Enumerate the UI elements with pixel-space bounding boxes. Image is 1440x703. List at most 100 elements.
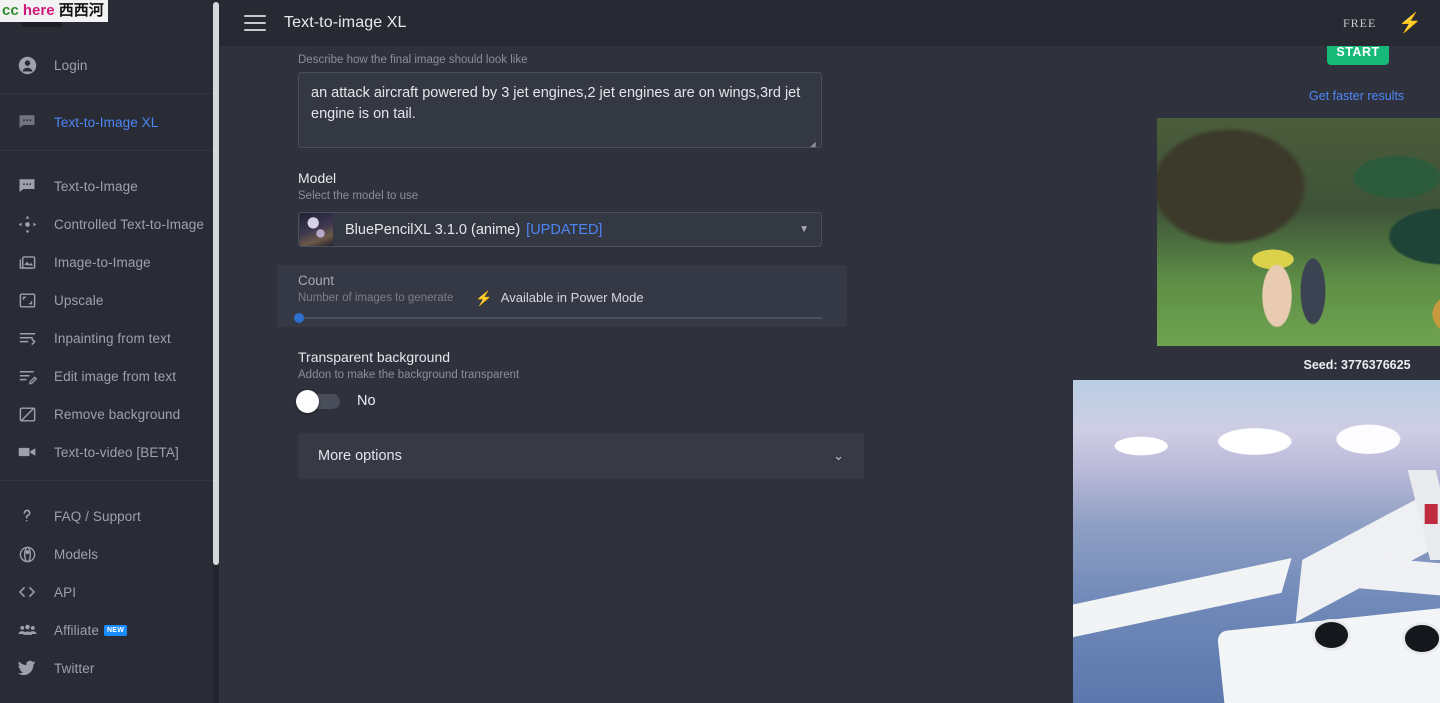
more-options-accordion[interactable]: More options ⌄	[298, 433, 864, 479]
upscale-corners-icon	[16, 289, 38, 311]
logo-mark	[22, 22, 62, 27]
count-slider-thumb[interactable]	[294, 313, 304, 323]
app-root: Login Text-to-Image XL Text-to-Image Con…	[0, 0, 1440, 703]
main-content: Describe how the final image should look…	[219, 38, 1440, 703]
count-section: Count Number of images to generate ⚡ Ava…	[277, 265, 847, 327]
status-badge-new: NEW	[103, 624, 128, 636]
count-info-row: Number of images to generate ⚡ Available…	[298, 290, 847, 305]
sidebar-item-api[interactable]: API	[0, 573, 213, 611]
sidebar-item-edit-image-from-text[interactable]: Edit image from text	[0, 357, 213, 395]
sidebar-item-text-to-image-xl[interactable]: Text-to-Image XL	[0, 103, 213, 141]
results-panel: START Get faster results Seed: 377637662…	[854, 38, 1440, 703]
transparent-background-section: Transparent background Addon to make the…	[296, 349, 822, 413]
sidebar-item-label: Affiliate	[54, 622, 99, 638]
sidebar-item-label: Upscale	[54, 292, 104, 308]
power-mode-note: Available in Power Mode	[500, 290, 644, 305]
sidebar-item-label: Login	[54, 57, 88, 73]
lightning-bolt-icon: ⚡	[475, 289, 493, 306]
sidebar-item-login[interactable]: Login	[0, 46, 213, 84]
model-sublabel: Select the model to use	[298, 190, 419, 202]
transparent-sublabel: Addon to make the background transparent	[298, 369, 520, 381]
chat-bubble-icon	[16, 111, 38, 133]
transparent-toggle-row: No	[296, 389, 822, 413]
count-label: Count	[298, 273, 335, 288]
sidebar-divider	[0, 480, 213, 481]
sidebar-item-label: Models	[54, 546, 99, 562]
sidebar-item-label: Inpainting from text	[54, 330, 171, 346]
sidebar-divider	[0, 93, 213, 94]
sidebar-item-label: Text-to-Image	[54, 178, 138, 194]
edit-pencil-lines-icon	[16, 365, 38, 387]
plan-badge: FREE	[1342, 15, 1377, 30]
sidebar-item-label: Remove background	[54, 406, 181, 422]
result-image-2[interactable]	[1073, 380, 1440, 703]
resize-handle-icon[interactable]: ◢	[808, 135, 818, 147]
code-brackets-icon	[16, 581, 38, 603]
sidebar-item-remove-background[interactable]: Remove background	[0, 395, 213, 433]
page-title: Text-to-image XL	[284, 14, 407, 31]
count-slider[interactable]	[294, 313, 822, 323]
sidebar-item-text-to-image[interactable]: Text-to-Image	[0, 167, 213, 205]
transparent-label: Transparent background	[298, 349, 451, 365]
sidebar-item-label: Image-to-Image	[54, 254, 151, 270]
watermark-part-1: cc	[2, 2, 19, 19]
sidebar-item-image-to-image[interactable]: Image-to-Image	[0, 243, 213, 281]
prompt-label: Describe how the final image should look…	[298, 54, 528, 66]
sidebar: Login Text-to-Image XL Text-to-Image Con…	[0, 0, 213, 703]
remove-background-icon	[16, 403, 38, 425]
sidebar-divider	[0, 150, 213, 151]
sidebar-item-models[interactable]: Models	[0, 535, 213, 573]
sidebar-item-label: Text-to-Image XL	[54, 114, 159, 130]
model-select-dropdown[interactable]: BluePencilXL 3.1.0 (anime) [UPDATED] ▼	[298, 212, 822, 247]
account-circle-icon	[16, 54, 38, 76]
chevron-down-icon[interactable]: ▼	[799, 224, 809, 235]
sidebar-item-affiliate[interactable]: Affiliate NEW	[0, 611, 213, 649]
sidebar-item-label: Edit image from text	[54, 368, 177, 384]
transparent-toggle-value: No	[357, 393, 376, 409]
watermark-part-2: here	[22, 2, 55, 19]
lightning-bolt-icon[interactable]: ⚡	[1398, 14, 1422, 33]
model-label: Model	[298, 170, 337, 186]
sidebar-item-label: FAQ / Support	[54, 508, 141, 524]
chat-bubble-icon	[16, 175, 38, 197]
header-right-group: FREE ⚡	[1343, 14, 1440, 33]
jet-engine-nacelle-right	[1402, 622, 1440, 655]
model-selected-value: BluePencilXL 3.1.0 (anime)	[345, 221, 521, 238]
page-watermark: cc here 西西河	[0, 0, 108, 22]
app-header: Text-to-image XL FREE ⚡	[219, 0, 1440, 46]
inpainting-lines-icon	[16, 327, 38, 349]
seed-label: Seed: 3776376625	[1303, 358, 1411, 372]
get-faster-results-link[interactable]: Get faster results	[1309, 89, 1404, 103]
model-thumbnail	[300, 213, 333, 246]
watermark-part-3: 西西河	[58, 1, 104, 19]
people-group-icon	[16, 619, 38, 641]
sidebar-item-controlled-text-to-image[interactable]: Controlled Text-to-Image	[0, 205, 213, 243]
sidebar-item-label: Twitter	[54, 660, 95, 676]
model-updated-tag: [UPDATED]	[526, 221, 603, 238]
sidebar-item-label: Controlled Text-to-Image	[54, 216, 204, 232]
image-stack-icon	[16, 251, 38, 273]
video-camera-icon	[16, 441, 38, 463]
chevron-down-icon[interactable]: ⌄	[833, 448, 844, 464]
question-mark-icon	[16, 505, 38, 527]
sidebar-item-twitter[interactable]: Twitter	[0, 649, 213, 687]
hamburger-icon[interactable]	[244, 15, 266, 31]
twitter-bird-icon	[16, 657, 38, 679]
sidebar-item-label: Text-to-video [BETA]	[54, 444, 179, 460]
control-nodes-icon	[16, 213, 38, 235]
sidebar-item-inpainting-from-text[interactable]: Inpainting from text	[0, 319, 213, 357]
prompt-input[interactable]: an attack aircraft powered by 3 jet engi…	[298, 72, 822, 148]
toggle-knob[interactable]	[296, 389, 319, 413]
prompt-text: an attack aircraft powered by 3 jet engi…	[311, 85, 801, 122]
sidebar-item-label: API	[54, 584, 77, 600]
cloud-layer	[1073, 418, 1440, 464]
jet-wing-right	[1338, 554, 1440, 613]
transparent-toggle[interactable]	[296, 389, 340, 413]
sidebar-item-faq-support[interactable]: FAQ / Support	[0, 497, 213, 535]
more-options-label: More options	[318, 448, 402, 464]
count-sublabel: Number of images to generate	[298, 291, 454, 304]
model-section: Model Select the model to use BluePencil…	[298, 170, 822, 247]
sidebar-item-text-to-video[interactable]: Text-to-video [BETA]	[0, 433, 213, 471]
result-image-1[interactable]	[1157, 118, 1440, 346]
sidebar-item-upscale[interactable]: Upscale	[0, 281, 213, 319]
